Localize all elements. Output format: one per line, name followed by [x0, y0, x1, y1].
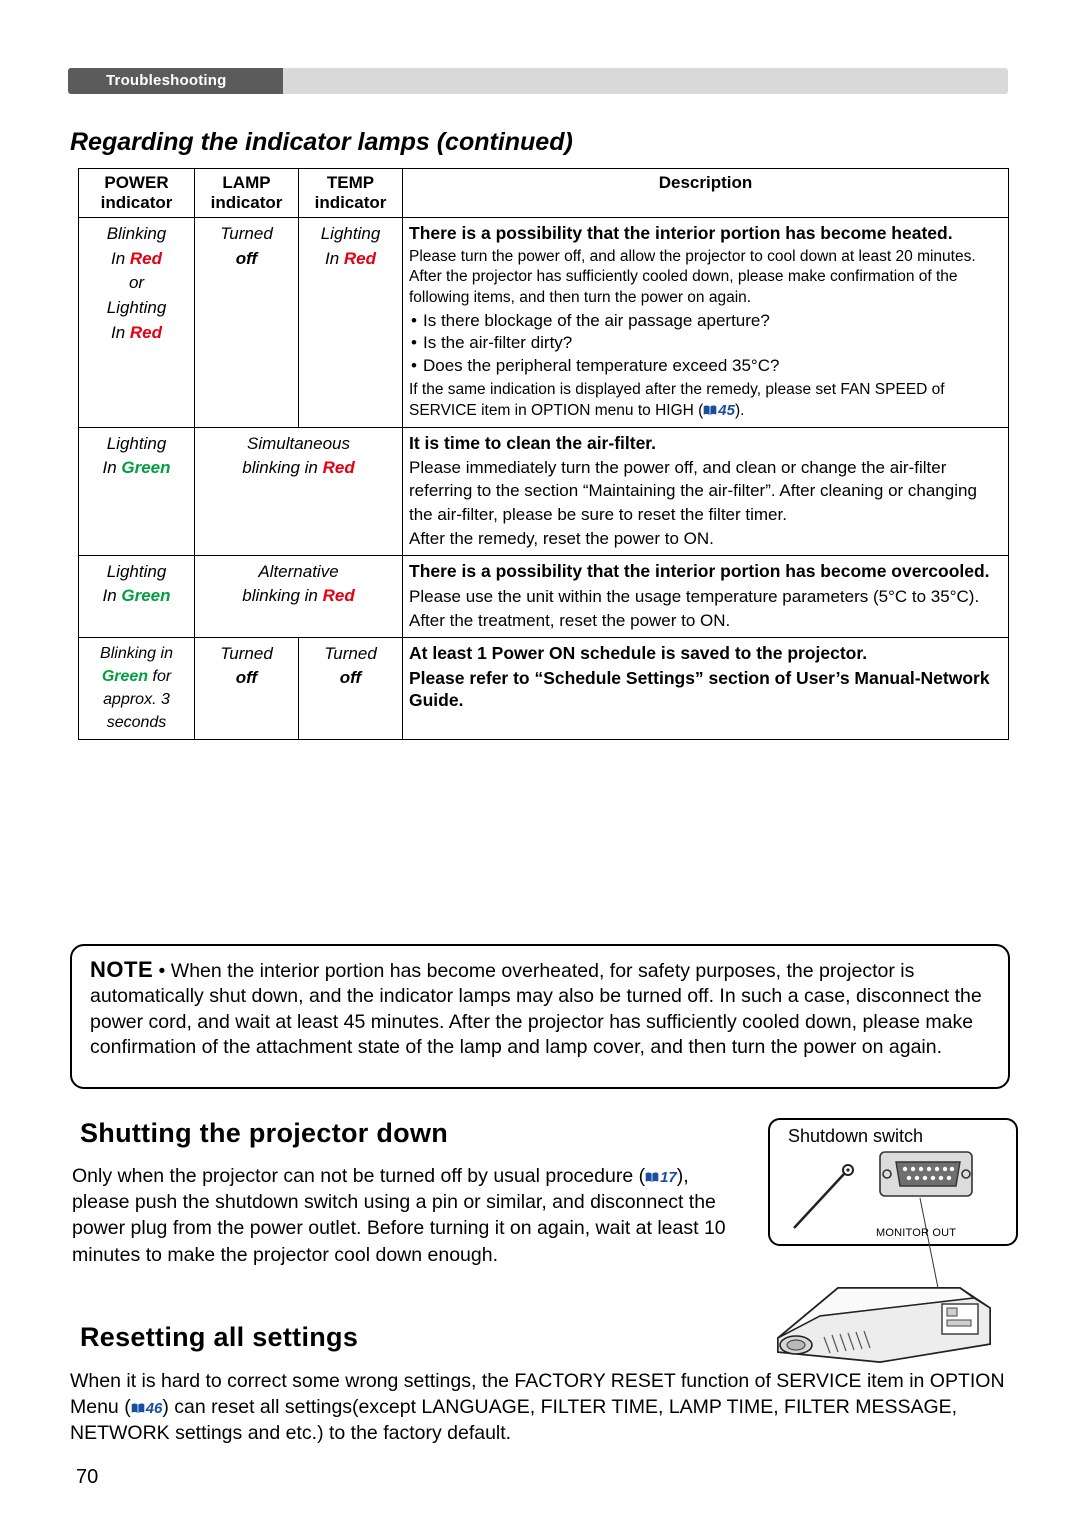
row1-power-line2: In Red — [110, 248, 163, 268]
row2-desc-heading: It is time to clean the air-filter. — [409, 432, 657, 453]
book-icon — [703, 405, 717, 416]
page-number: 70 — [76, 1466, 99, 1488]
row2-lamp-line1: Simultaneous — [246, 433, 350, 453]
row3-desc-body1: Please use the unit within the usage tem… — [409, 586, 980, 606]
row2-power-line1: Lighting — [106, 433, 167, 453]
note-label: NOTE — [90, 957, 154, 982]
row4-lamp-state: Turned off — [194, 636, 299, 740]
row1-power-line4: Lighting — [106, 297, 167, 317]
shutdown-switch-illustration: Shutdown switch MONITOR OUT — [760, 1112, 1022, 1372]
row2-lamp-line2: blinking in Red — [242, 458, 355, 478]
row1-bullet-3-text: Does the peripheral temperature exceed 3… — [423, 355, 780, 375]
row4-description: At least 1 Power ON schedule is saved to… — [402, 636, 1009, 740]
resetting-page-ref[interactable]: 46 — [146, 1400, 163, 1417]
row1-temp-line2: In Red — [324, 248, 377, 268]
row4-desc-body1: Please refer to “Schedule Settings” sect… — [409, 667, 990, 711]
col-power-l1: POWER — [104, 173, 169, 192]
heading-resetting: Resetting all settings — [80, 1322, 359, 1352]
row1-power-line3: or — [128, 273, 145, 293]
row1-temp-line1: Lighting — [320, 224, 381, 243]
col-temp: TEMP indicator — [298, 168, 403, 218]
row4-power-line2: Green for — [101, 667, 172, 685]
body-shutting-a: Only when the projector can not be turne… — [72, 1165, 646, 1187]
row3-desc-heading: There is a possibility that the interior… — [409, 560, 990, 581]
table-header-row: POWER indicator LAMP indicator TEMP indi… — [78, 168, 1009, 218]
row2-lamp-temp-state: Simultaneous blinking in Red — [194, 426, 403, 556]
row2-desc-body2: After the remedy, reset the power to ON. — [409, 528, 714, 548]
row1-desc-body2-text: If the same indication is displayed afte… — [409, 381, 945, 420]
indicator-table: POWER indicator LAMP indicator TEMP indi… — [78, 168, 1009, 740]
row1-lamp-line2: off — [235, 248, 258, 268]
row1-lamp-state: Turned off — [194, 217, 299, 428]
note-box: NOTE • When the interior portion has bec… — [70, 944, 1010, 1089]
col-power: POWER indicator — [78, 168, 195, 218]
row1-lamp-line1: Turned — [220, 224, 273, 243]
row4-temp-line2: off — [339, 668, 362, 688]
body-resetting-b: ) can reset all settings(except LANGUAGE… — [70, 1396, 958, 1445]
row3-description: There is a possibility that the interior… — [402, 554, 1009, 638]
col-temp-l2: indicator — [314, 193, 387, 212]
row4-power-line1: Blinking in — [100, 644, 173, 662]
row1-description: There is a possibility that the interior… — [402, 217, 1009, 428]
row1-desc-body2-tail: ). — [734, 402, 745, 420]
row4-temp-line1: Turned — [324, 643, 377, 663]
row3-lamp-line2: blinking in Red — [242, 586, 355, 606]
row4-temp-state: Turned off — [298, 636, 403, 740]
row4-power-line4: seconds — [106, 714, 167, 732]
row3-power-line2: In Green — [102, 586, 171, 606]
page-title: Regarding the indicator lamps (continued… — [70, 128, 573, 156]
row3-power-line1: Lighting — [106, 561, 167, 581]
body-resetting: When it is hard to correct some wrong se… — [70, 1368, 1012, 1447]
col-lamp-l2: indicator — [210, 193, 283, 212]
book-icon — [131, 1403, 145, 1414]
table-row: Lighting In Green Alternative blinking i… — [78, 554, 1009, 638]
col-lamp: LAMP indicator — [194, 168, 299, 218]
body-shutting: Only when the projector can not be turne… — [72, 1163, 732, 1268]
row1-power-state: Blinking In Red or Lighting In Red — [78, 217, 195, 428]
table-row: Lighting In Green Simultaneous blinking … — [78, 426, 1009, 556]
row1-bullet-1: • Is there blockage of the air passage ap… — [411, 310, 770, 330]
row1-bullet-2: • Is the air-filter dirty? — [411, 333, 573, 353]
heading-shutting: Shutting the projector down — [80, 1118, 449, 1148]
row1-desc-body1: Please turn the power off, and allow the… — [409, 247, 976, 306]
row1-power-line1: Blinking — [106, 224, 167, 243]
col-lamp-l1: LAMP — [222, 173, 271, 192]
row4-power-line3: approx. 3 — [103, 691, 170, 709]
table-row: Blinking in Green for approx. 3 seconds … — [78, 636, 1009, 740]
row4-lamp-line1: Turned — [220, 643, 273, 663]
row3-lamp-line1: Alternative — [258, 561, 339, 581]
row4-desc-heading: At least 1 Power ON schedule is saved to… — [409, 642, 868, 663]
col-power-l2: indicator — [100, 193, 173, 212]
table-row: Blinking In Red or Lighting In Red Turne… — [78, 217, 1009, 428]
row3-lamp-temp-state: Alternative blinking in Red — [194, 554, 403, 638]
row2-desc-body1: Please immediately turn the power off, a… — [409, 458, 977, 524]
row1-temp-state: Lighting In Red — [298, 217, 403, 428]
row3-desc-body2: After the treatment, reset the power to … — [409, 610, 731, 630]
row1-page-ref[interactable]: 45 — [718, 402, 735, 419]
book-icon — [645, 1172, 659, 1183]
document-page: Troubleshooting Regarding the indicator … — [0, 0, 1080, 1532]
row1-power-line5: In Red — [110, 322, 163, 342]
breadcrumb: Troubleshooting — [106, 72, 227, 89]
row1-bullet-1-text: Is there blockage of the air passage ape… — [423, 310, 770, 330]
col-temp-l1: TEMP — [326, 173, 375, 192]
row1-bullet-3: • Does the peripheral temperature exceed … — [411, 355, 780, 375]
row2-power-line2: In Green — [102, 458, 171, 478]
col-description: Description — [402, 168, 1009, 218]
row4-lamp-line2: off — [235, 668, 258, 688]
row2-description: It is time to clean the air-filter. Plea… — [402, 426, 1009, 556]
row3-power-state: Lighting In Green — [78, 554, 195, 638]
monitor-out-label: MONITOR OUT — [876, 1227, 957, 1239]
page-header-bar: Troubleshooting — [68, 68, 1008, 94]
shutting-page-ref[interactable]: 17 — [660, 1169, 677, 1186]
note-text: • When the interior portion has become o… — [90, 960, 982, 1058]
row1-desc-body2: If the same indication is displayed afte… — [409, 380, 1002, 421]
row2-power-state: Lighting In Green — [78, 426, 195, 556]
row1-desc-heading: There is a possibility that the interior… — [409, 223, 953, 243]
row1-bullet-2-text: Is the air-filter dirty? — [423, 333, 573, 353]
row4-power-state: Blinking in Green for approx. 3 seconds — [78, 636, 195, 740]
